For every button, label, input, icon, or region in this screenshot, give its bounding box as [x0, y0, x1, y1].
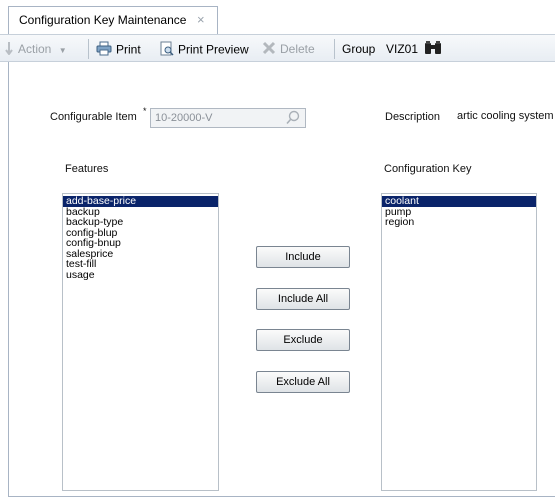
tab-configuration-key-maintenance[interactable]: Configuration Key Maintenance ×	[8, 6, 218, 34]
print-preview-label: Print Preview	[178, 42, 249, 57]
configurable-item-field[interactable]: 10-20000-V	[150, 108, 306, 128]
list-item-coolant[interactable]: coolant	[382, 196, 536, 207]
search-icon[interactable]	[285, 110, 301, 132]
print-preview-icon	[160, 41, 174, 60]
delete-icon	[262, 41, 276, 59]
list-item-usage[interactable]: usage	[63, 269, 218, 281]
list-item-test-fill[interactable]: test-fill	[63, 259, 218, 270]
description-label: Description	[385, 111, 441, 123]
group-label: Group	[342, 42, 376, 56]
delete-label: Delete	[280, 42, 315, 57]
configuration-key-label: Configuration Key	[384, 163, 472, 175]
print-preview-button[interactable]: Print Preview	[160, 41, 249, 57]
action-icon	[4, 41, 14, 59]
binoculars-icon[interactable]	[424, 40, 442, 56]
configurable-item-value: 10-20000-V	[155, 112, 213, 124]
chevron-down-icon: ▼	[58, 46, 67, 56]
action-menu-button[interactable]: Action ▼	[4, 41, 67, 57]
configuration-key-list[interactable]: coolant pump region	[381, 193, 537, 491]
exclude-button[interactable]: Exclude	[256, 329, 350, 351]
configurable-item-label: Configurable Item	[50, 111, 137, 123]
required-marker: *	[143, 106, 147, 116]
tab-title: Configuration Key Maintenance	[19, 13, 187, 27]
toolbar-separator	[334, 39, 335, 59]
description-value: artic cooling system	[457, 110, 554, 122]
list-item-backup-type[interactable]: backup-type	[63, 217, 218, 228]
delete-button[interactable]: Delete	[262, 41, 315, 57]
include-button[interactable]: Include	[256, 246, 350, 268]
print-button[interactable]: Print	[96, 41, 141, 57]
printer-icon	[96, 41, 112, 60]
features-label: Features	[65, 163, 109, 175]
close-icon[interactable]: ×	[197, 7, 205, 33]
list-item-add-base-price[interactable]: add-base-price	[63, 196, 218, 207]
toolbar-separator	[88, 39, 89, 59]
action-label: Action	[18, 42, 52, 57]
group-value[interactable]: VIZ01	[386, 41, 418, 57]
toolbar: Action ▼ Print Print Preview Delete Grou…	[0, 34, 555, 62]
exclude-all-button[interactable]: Exclude All	[256, 371, 350, 393]
list-item-config-bnup[interactable]: config-bnup	[63, 238, 218, 249]
include-all-button[interactable]: Include All	[256, 288, 350, 310]
tab-strip: Configuration Key Maintenance ×	[0, 0, 555, 34]
print-label: Print	[116, 42, 141, 57]
features-list[interactable]: add-base-price backup backup-type config…	[62, 193, 219, 491]
list-item-region[interactable]: region	[382, 217, 536, 228]
